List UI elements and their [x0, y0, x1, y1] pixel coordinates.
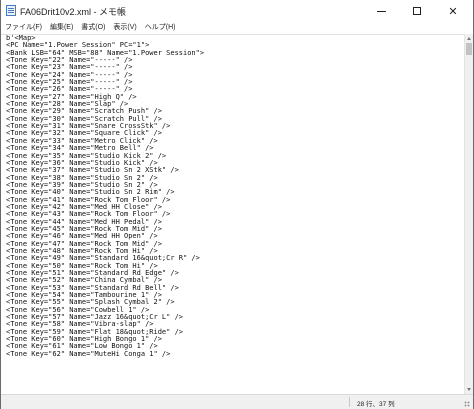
vertical-scrollbar[interactable] — [464, 34, 473, 394]
window-title: FA06Drit10v2.xml - メモ帳 — [20, 7, 127, 17]
text-line: <Tone Key="62" Name="MuteHi Conga 1" /> — [6, 349, 171, 358]
menu-edit[interactable]: 編集(E) — [46, 22, 77, 34]
status-bar: 28 行、37 列 — [1, 394, 473, 409]
close-icon: ✕ — [448, 5, 458, 18]
title-bar[interactable]: FA06Drit10v2.xml - メモ帳 ✕ — [1, 0, 473, 22]
editor-text[interactable]: b'<Map> <PC Name="1.Power Session" PC="1"… — [6, 35, 204, 358]
resize-grip-icon[interactable] — [464, 401, 470, 407]
minimize-icon — [376, 10, 386, 12]
menu-format[interactable]: 書式(O) — [77, 22, 109, 34]
menu-view[interactable]: 表示(V) — [109, 22, 140, 34]
minimize-button[interactable] — [363, 0, 399, 22]
notepad-icon — [6, 5, 16, 16]
menu-file[interactable]: ファイル(F) — [1, 22, 46, 34]
notepad-window: FA06Drit10v2.xml - メモ帳 ✕ ファイル(F) 編集(E) 書… — [0, 0, 474, 409]
status-divider — [349, 397, 350, 407]
maximize-button[interactable] — [399, 0, 435, 22]
text-editor[interactable]: b'<Map> <PC Name="1.Power Session" PC="1"… — [1, 34, 464, 394]
scrollbar-thumb[interactable] — [466, 43, 472, 55]
scroll-up-icon[interactable] — [467, 37, 471, 40]
close-button[interactable]: ✕ — [435, 0, 471, 22]
menu-bar: ファイル(F) 編集(E) 書式(O) 表示(V) ヘルプ(H) — [1, 22, 473, 34]
menu-help[interactable]: ヘルプ(H) — [141, 22, 180, 34]
maximize-icon — [413, 7, 421, 15]
scroll-down-icon[interactable] — [467, 388, 471, 391]
cursor-position: 28 行、37 列 — [357, 401, 395, 408]
